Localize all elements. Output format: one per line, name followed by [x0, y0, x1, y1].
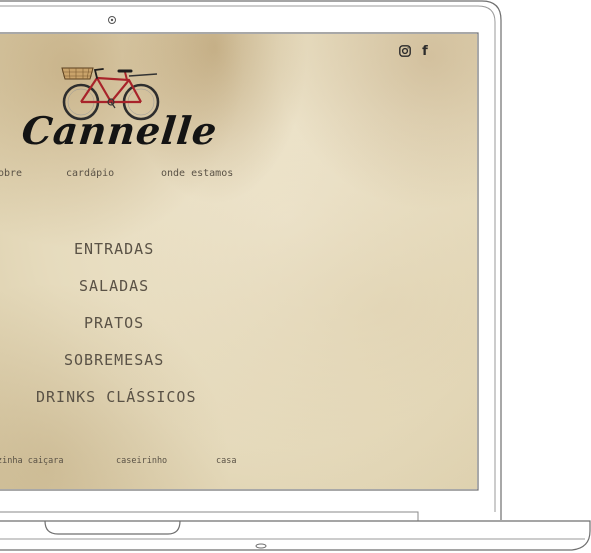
menu-category-entradas[interactable]: ENTRADAS — [74, 240, 154, 258]
footer-link-caseirinho[interactable]: caseirinho — [116, 456, 167, 466]
site-logo[interactable]: Cannelle — [20, 108, 220, 153]
nav-item-cardapio[interactable]: cardápio — [66, 168, 114, 179]
footer-link-casa[interactable]: casa — [216, 456, 236, 466]
facebook-icon[interactable]: f — [420, 45, 430, 59]
menu-category-sobremesas[interactable]: SOBREMESAS — [64, 351, 164, 369]
camera-icon — [108, 16, 116, 24]
nav-item-onde-estamos[interactable]: onde estamos — [161, 168, 233, 179]
menu-category-drinks-classicos[interactable]: DRINKS CLÁSSICOS — [36, 388, 197, 406]
nav-item-sobre[interactable]: obre — [0, 168, 22, 179]
website-screen: f Cannelle obre cardápio onde estamos EN… — [0, 34, 477, 489]
footer-link-cozinha-caicara[interactable]: zinha caiçara — [0, 456, 64, 466]
menu-category-pratos[interactable]: PRATOS — [84, 314, 144, 332]
instagram-icon[interactable] — [399, 45, 411, 57]
menu-category-saladas[interactable]: SALADAS — [79, 277, 149, 295]
